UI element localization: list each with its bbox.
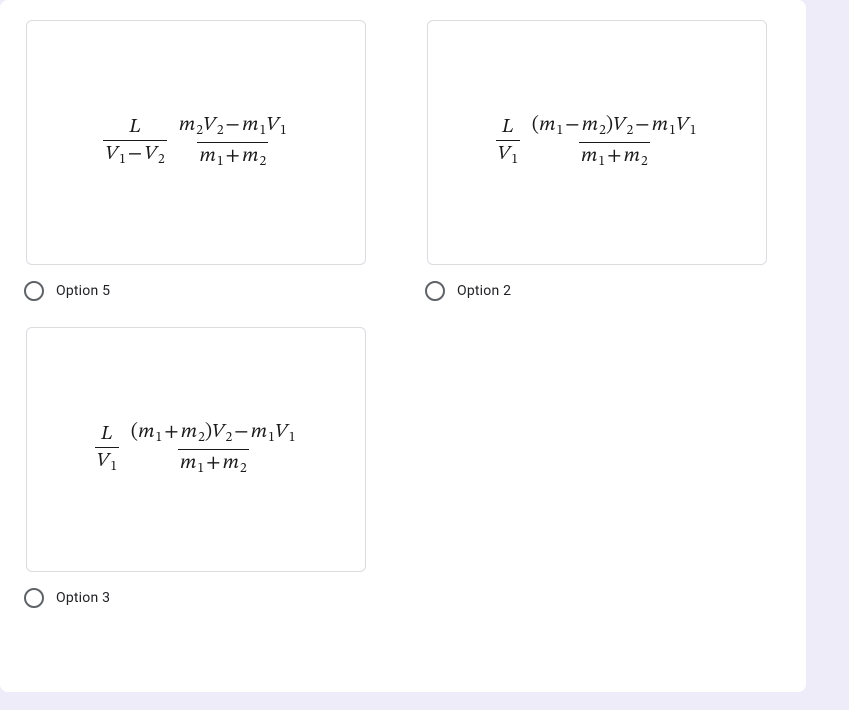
- radio-label-3: Option 3: [56, 590, 110, 606]
- option-cell-2: L V1 (m1−m2)V2−m1V1 m1+m2 Option 2: [421, 20, 782, 301]
- form-card: L V1−V2 m2V2−m1V1 m1+m2 Option 5: [0, 0, 806, 692]
- formula-box-5: L V1−V2 m2V2−m1V1 m1+m2: [26, 20, 366, 265]
- radio-label-2: Option 2: [457, 283, 511, 299]
- options-grid: L V1−V2 m2V2−m1V1 m1+m2 Option 5: [20, 20, 782, 608]
- option-cell-3: L V1 (m1+m2)V2−m1V1 m1+m2 Option 3: [20, 327, 381, 608]
- radio-icon: [24, 281, 44, 301]
- radio-row-2[interactable]: Option 2: [421, 281, 782, 301]
- radio-row-5[interactable]: Option 5: [20, 281, 381, 301]
- radio-icon: [24, 588, 44, 608]
- radio-label-5: Option 5: [56, 283, 110, 299]
- formula-5: L V1−V2 m2V2−m1V1 m1+m2: [103, 114, 288, 171]
- formula-box-3: L V1 (m1+m2)V2−m1V1 m1+m2: [26, 327, 366, 572]
- radio-icon: [425, 281, 445, 301]
- formula-2: L V1 (m1−m2)V2−m1V1 m1+m2: [496, 114, 699, 171]
- option-cell-5: L V1−V2 m2V2−m1V1 m1+m2 Option 5: [20, 20, 381, 301]
- radio-row-3[interactable]: Option 3: [20, 588, 381, 608]
- formula-3: L V1 (m1+m2)V2−m1V1 m1+m2: [95, 421, 298, 478]
- formula-box-2: L V1 (m1−m2)V2−m1V1 m1+m2: [427, 20, 767, 265]
